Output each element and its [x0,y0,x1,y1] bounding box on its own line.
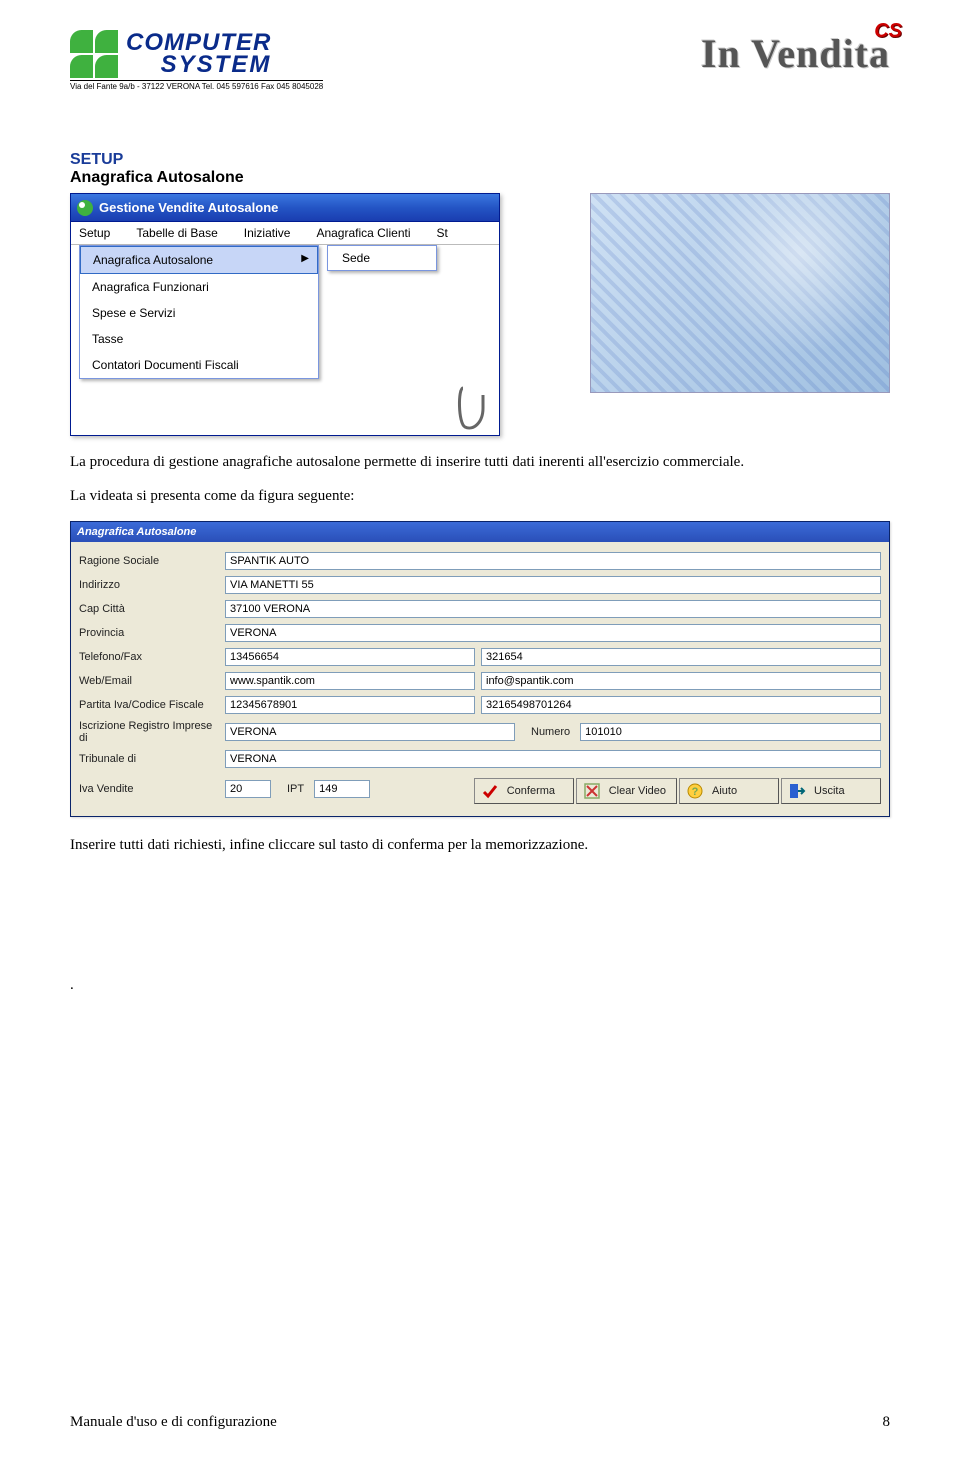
input-ragione-sociale[interactable] [225,552,881,570]
dropdown-contatori[interactable]: Contatori Documenti Fiscali [80,352,318,378]
menu-tabelle[interactable]: Tabelle di Base [136,226,217,240]
menu-window-titlebar: Gestione Vendite Autosalone [71,194,499,222]
input-tribunale[interactable] [225,750,881,768]
aiuto-button-label: Aiuto [712,785,737,797]
dropdown-spese-servizi[interactable]: Spese e Servizi [80,300,318,326]
menu-st[interactable]: St [437,226,448,240]
section-subheading: Anagrafica Autosalone [70,169,890,187]
paragraph-2: La videata si presenta come da figura se… [70,486,890,506]
menu-window-title: Gestione Vendite Autosalone [99,200,278,215]
dropdown-tasse[interactable]: Tasse [80,326,318,352]
conferma-button-label: Conferma [507,785,555,797]
app-icon [77,200,93,216]
menu-iniziative[interactable]: Iniziative [244,226,291,240]
form-title: Anagrafica Autosalone [77,526,196,538]
label-iscrizione: Iscrizione Registro Imprese di [79,720,219,744]
dropdown-anagrafica-autosalone-label: Anagrafica Autosalone [93,253,213,267]
input-piva[interactable] [225,696,475,714]
check-icon [481,782,499,800]
svg-text:?: ? [692,786,699,798]
decorative-image [590,193,890,393]
menu-bar: Setup Tabelle di Base Iniziative Anagraf… [71,222,499,245]
input-iscrizione[interactable] [225,723,515,741]
input-cf[interactable] [481,696,881,714]
paragraph-1: La procedura di gestione anagrafiche aut… [70,452,890,472]
form-titlebar: Anagrafica Autosalone [71,522,889,542]
dropdown-anagrafica-funzionari[interactable]: Anagrafica Funzionari [80,274,318,300]
label-telefono-fax: Telefono/Fax [79,651,219,663]
label-tribunale: Tribunale di [79,753,219,765]
label-ipt: IPT [277,783,308,795]
logo-subtext: Via del Fante 9a/b - 37122 VERONA Tel. 0… [70,80,323,91]
label-piva-cf: Partita Iva/Codice Fiscale [79,699,219,711]
aiuto-button[interactable]: ? Aiuto [679,778,779,804]
input-ipt[interactable] [314,780,370,798]
menu-window: Gestione Vendite Autosalone Setup Tabell… [70,193,500,436]
label-iva-vendite: Iva Vendite [79,783,219,795]
assistant-icon [453,383,493,431]
page-header: COMPUTER SYSTEM Via del Fante 9a/b - 371… [70,30,890,91]
label-cap-citta: Cap Città [79,603,219,615]
help-icon: ? [686,782,704,800]
exit-icon [788,782,806,800]
page-footer: Manuale d'uso e di configurazione 8 [70,1414,890,1431]
input-web[interactable] [225,672,475,690]
footer-page-number: 8 [883,1414,891,1431]
conferma-button[interactable]: Conferma [474,778,574,804]
input-cap-citta[interactable] [225,600,881,618]
setup-dropdown: Anagrafica Autosalone ▶ Anagrafica Funzi… [79,245,319,379]
title-right: In Vendita CS [701,30,890,77]
title-right-text: In Vendita [701,31,890,76]
label-ragione-sociale: Ragione Sociale [79,555,219,567]
label-numero: Numero [521,726,574,738]
input-email[interactable] [481,672,881,690]
clear-icon [583,782,601,800]
input-fax[interactable] [481,648,881,666]
input-telefono[interactable] [225,648,475,666]
clear-video-button[interactable]: Clear Video [576,778,677,804]
form-window: Anagrafica Autosalone Ragione Sociale In… [70,521,890,817]
submenu-arrow-icon: ▶ [301,253,309,264]
logo-left: COMPUTER SYSTEM Via del Fante 9a/b - 371… [70,30,323,91]
uscita-button-label: Uscita [814,785,845,797]
uscita-button[interactable]: Uscita [781,778,881,804]
paragraph-3: Inserire tutti dati richiesti, infine cl… [70,835,890,855]
input-indirizzo[interactable] [225,576,881,594]
logo-text: COMPUTER SYSTEM [126,32,271,75]
menu-setup[interactable]: Setup [79,226,110,240]
setup-submenu: Sede [327,245,437,271]
section-heading: SETUP [70,151,890,169]
dropdown-anagrafica-autosalone[interactable]: Anagrafica Autosalone ▶ [80,246,318,274]
clear-video-button-label: Clear Video [609,785,666,797]
input-numero[interactable] [580,723,881,741]
menu-anagrafica-clienti[interactable]: Anagrafica Clienti [316,226,410,240]
label-provincia: Provincia [79,627,219,639]
input-provincia[interactable] [225,624,881,642]
title-right-badge: CS [874,20,902,43]
paragraph-4: . [70,975,890,995]
submenu-sede[interactable]: Sede [328,246,436,270]
footer-left: Manuale d'uso e di configurazione [70,1414,277,1431]
input-iva[interactable] [225,780,271,798]
label-web-email: Web/Email [79,675,219,687]
logo-line2: SYSTEM [126,54,271,76]
logo-icon [70,30,118,78]
label-indirizzo: Indirizzo [79,579,219,591]
